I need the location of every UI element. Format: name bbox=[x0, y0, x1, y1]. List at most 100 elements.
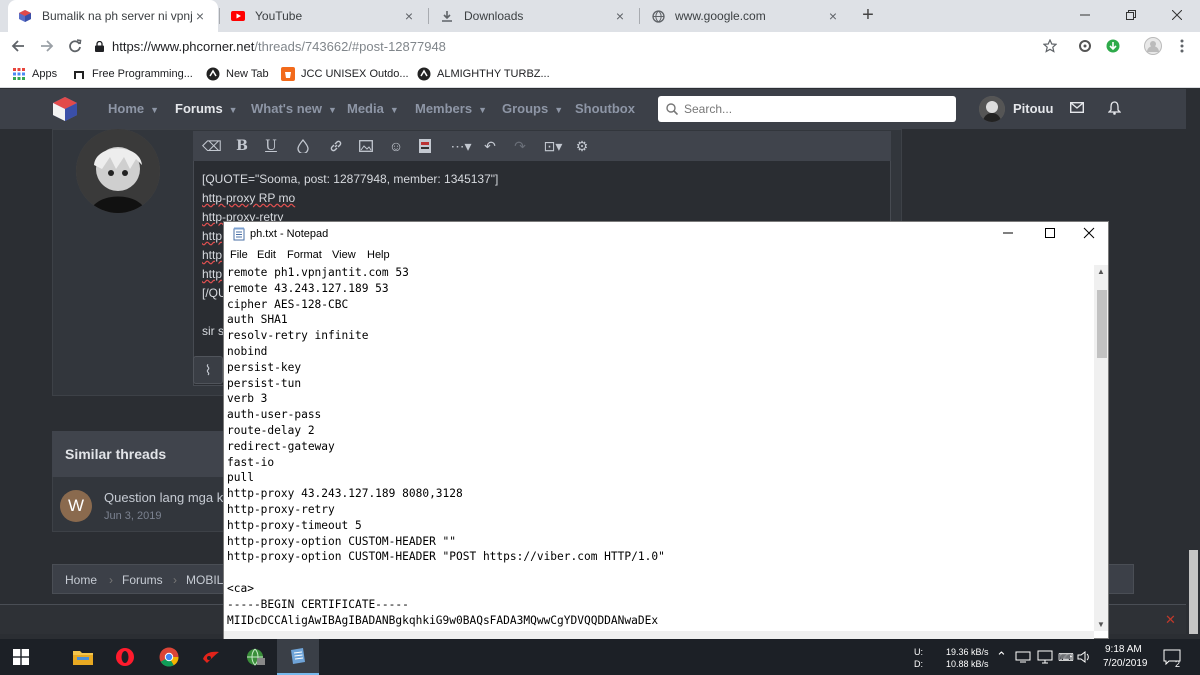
phcorner-logo-icon[interactable] bbox=[51, 95, 79, 123]
menu-view[interactable]: View bbox=[332, 249, 356, 261]
new-tab-button[interactable]: + bbox=[857, 5, 879, 27]
bookmark-jcc-unisex[interactable]: JCC UNISEX Outdo... bbox=[281, 66, 409, 82]
start-windows-icon[interactable] bbox=[0, 639, 42, 675]
menu-edit[interactable]: Edit bbox=[257, 249, 276, 261]
close-tab-icon[interactable]: × bbox=[612, 8, 628, 24]
close-window-icon[interactable] bbox=[1083, 227, 1095, 239]
close-tab-icon[interactable]: × bbox=[192, 8, 208, 24]
close-window-icon[interactable] bbox=[1154, 0, 1200, 30]
forum-search-input[interactable]: Search... bbox=[658, 96, 956, 122]
nav-shoutbox[interactable]: Shoutbox bbox=[575, 101, 635, 116]
color-drop-icon[interactable] bbox=[294, 138, 312, 154]
bookmark-star-icon[interactable] bbox=[1040, 36, 1060, 56]
chrome-browser-icon[interactable] bbox=[148, 639, 190, 675]
bold-icon[interactable]: B bbox=[233, 138, 251, 154]
undo-icon[interactable]: ↶ bbox=[481, 138, 499, 155]
minimize-window-icon[interactable] bbox=[1062, 0, 1108, 30]
notepad-titlebar[interactable]: ph.txt - Notepad bbox=[224, 222, 1108, 246]
notification-count: 2 bbox=[1175, 659, 1181, 669]
nav-home[interactable]: Home ▼ bbox=[108, 101, 159, 116]
more-options-icon[interactable]: ⋯▾ bbox=[447, 138, 475, 155]
language-input-icon[interactable]: ⌨ bbox=[1058, 651, 1074, 664]
almighthy-bookmark-icon bbox=[417, 67, 431, 81]
redo-icon[interactable]: ↷ bbox=[511, 138, 529, 155]
notepad-line: nobind bbox=[227, 344, 268, 358]
menu-file[interactable]: File bbox=[230, 249, 248, 261]
toggle-bbcode-icon[interactable]: ⊡▾ bbox=[541, 138, 565, 155]
gaming-app-icon[interactable] bbox=[190, 639, 232, 675]
breadcrumb-forums[interactable]: Forums bbox=[122, 573, 163, 587]
clock-time[interactable]: 9:18 AM bbox=[1105, 644, 1142, 655]
network-keyboard-icon[interactable] bbox=[1015, 650, 1031, 664]
page-scrollbar-thumb[interactable] bbox=[1189, 550, 1198, 634]
opera-browser-icon[interactable] bbox=[104, 639, 146, 675]
menu-help[interactable]: Help bbox=[367, 249, 390, 261]
attach-files-button[interactable]: ⌇ bbox=[193, 356, 223, 384]
extension-puzzle-icon[interactable] bbox=[1075, 36, 1095, 56]
user-avatar[interactable] bbox=[979, 96, 1005, 122]
notepad-taskbar-icon[interactable] bbox=[277, 639, 319, 675]
smiley-icon[interactable]: ☺ bbox=[387, 138, 405, 154]
notepad-horizontal-scrollbar[interactable] bbox=[224, 631, 1094, 639]
nav-whats-new[interactable]: What's new ▼ bbox=[251, 101, 337, 116]
thread-author-avatar[interactable]: W bbox=[60, 490, 92, 522]
close-tab-icon[interactable]: × bbox=[825, 8, 841, 24]
more-menu-icon[interactable] bbox=[1172, 36, 1192, 56]
scroll-up-icon[interactable]: ▲ bbox=[1097, 267, 1105, 276]
notepad-scrollbar-thumb[interactable] bbox=[1097, 290, 1107, 358]
back-arrow-icon[interactable] bbox=[8, 36, 28, 56]
media-icon[interactable] bbox=[416, 138, 434, 154]
settings-gear-icon[interactable]: ⚙ bbox=[573, 138, 591, 155]
bookmark-apps[interactable]: Apps bbox=[12, 66, 57, 82]
notification-bell-icon[interactable] bbox=[1108, 101, 1121, 115]
address-bar[interactable]: https://www.phcorner.net/threads/743662/… bbox=[95, 35, 1065, 57]
similar-thread-title[interactable]: Question lang mga k bbox=[104, 490, 223, 505]
volume-speaker-icon[interactable] bbox=[1077, 650, 1091, 664]
bookmark-free-programming[interactable]: Free Programming... bbox=[72, 66, 193, 82]
nav-members[interactable]: Members ▼ bbox=[415, 101, 487, 116]
scroll-down-icon[interactable]: ▼ bbox=[1097, 620, 1105, 629]
restore-window-icon[interactable] bbox=[1108, 0, 1154, 30]
close-notice-icon[interactable]: ✕ bbox=[1165, 612, 1176, 628]
file-explorer-icon[interactable] bbox=[62, 639, 104, 675]
nav-label: Members bbox=[415, 101, 473, 116]
minimize-window-icon[interactable] bbox=[1002, 227, 1014, 239]
nav-groups[interactable]: Groups ▼ bbox=[502, 101, 563, 116]
show-hidden-icons-chevron-icon[interactable]: ⌃ bbox=[996, 649, 1007, 665]
display-icon[interactable] bbox=[1037, 650, 1053, 664]
breadcrumb-home[interactable]: Home bbox=[65, 573, 97, 587]
profile-avatar[interactable] bbox=[1143, 36, 1163, 56]
notepad-title: ph.txt - Notepad bbox=[250, 228, 329, 240]
tab-downloads[interactable]: Downloads × bbox=[430, 0, 638, 32]
bookmarks-bar: Apps Free Programming... New Tab JCC UNI… bbox=[0, 60, 1200, 88]
maximize-window-icon[interactable] bbox=[1044, 227, 1056, 239]
bookmark-new-tab[interactable]: New Tab bbox=[206, 66, 269, 82]
notepad-line: http-proxy 43.243.127.189 8080,3128 bbox=[227, 487, 463, 501]
tab-google[interactable]: www.google.com × bbox=[641, 0, 851, 32]
eraser-icon[interactable]: ⌫ bbox=[202, 138, 222, 155]
nav-media[interactable]: Media ▼ bbox=[347, 101, 399, 116]
underline-icon[interactable]: U bbox=[262, 138, 280, 154]
breadcrumb-mobile[interactable]: MOBIL bbox=[186, 573, 223, 587]
bookmark-almighthy-turbz[interactable]: ALMIGHTHY TURBZ... bbox=[417, 66, 550, 82]
tab-phcorner[interactable]: Bumalik na ph server ni vpnjantit × bbox=[8, 0, 218, 32]
clock-date[interactable]: 7/20/2019 bbox=[1103, 658, 1148, 669]
poster-avatar[interactable] bbox=[76, 129, 160, 213]
reload-icon[interactable] bbox=[65, 36, 85, 56]
extension-shield-icon[interactable] bbox=[1103, 36, 1123, 56]
link-icon[interactable] bbox=[327, 138, 345, 154]
menu-format[interactable]: Format bbox=[287, 249, 322, 261]
nav-forums[interactable]: Forums ▼ bbox=[175, 101, 238, 116]
tab-youtube[interactable]: YouTube × bbox=[221, 0, 427, 32]
notepad-line: http-proxy-retry bbox=[227, 502, 335, 516]
notepad-line: remote 43.243.127.189 53 bbox=[227, 281, 389, 295]
close-tab-icon[interactable]: × bbox=[401, 8, 417, 24]
username[interactable]: Pitouu bbox=[1013, 101, 1053, 116]
phcorner-favicon-icon bbox=[18, 9, 32, 23]
inbox-envelope-icon[interactable] bbox=[1070, 102, 1084, 113]
image-icon[interactable] bbox=[357, 138, 375, 154]
notepad-text-area[interactable]: remote ph1.vpnjantit.com 53 remote 43.243… bbox=[227, 265, 1093, 639]
forward-arrow-icon[interactable] bbox=[37, 36, 57, 56]
vpn-app-icon[interactable] bbox=[234, 639, 276, 675]
nav-label: What's new bbox=[251, 101, 322, 116]
